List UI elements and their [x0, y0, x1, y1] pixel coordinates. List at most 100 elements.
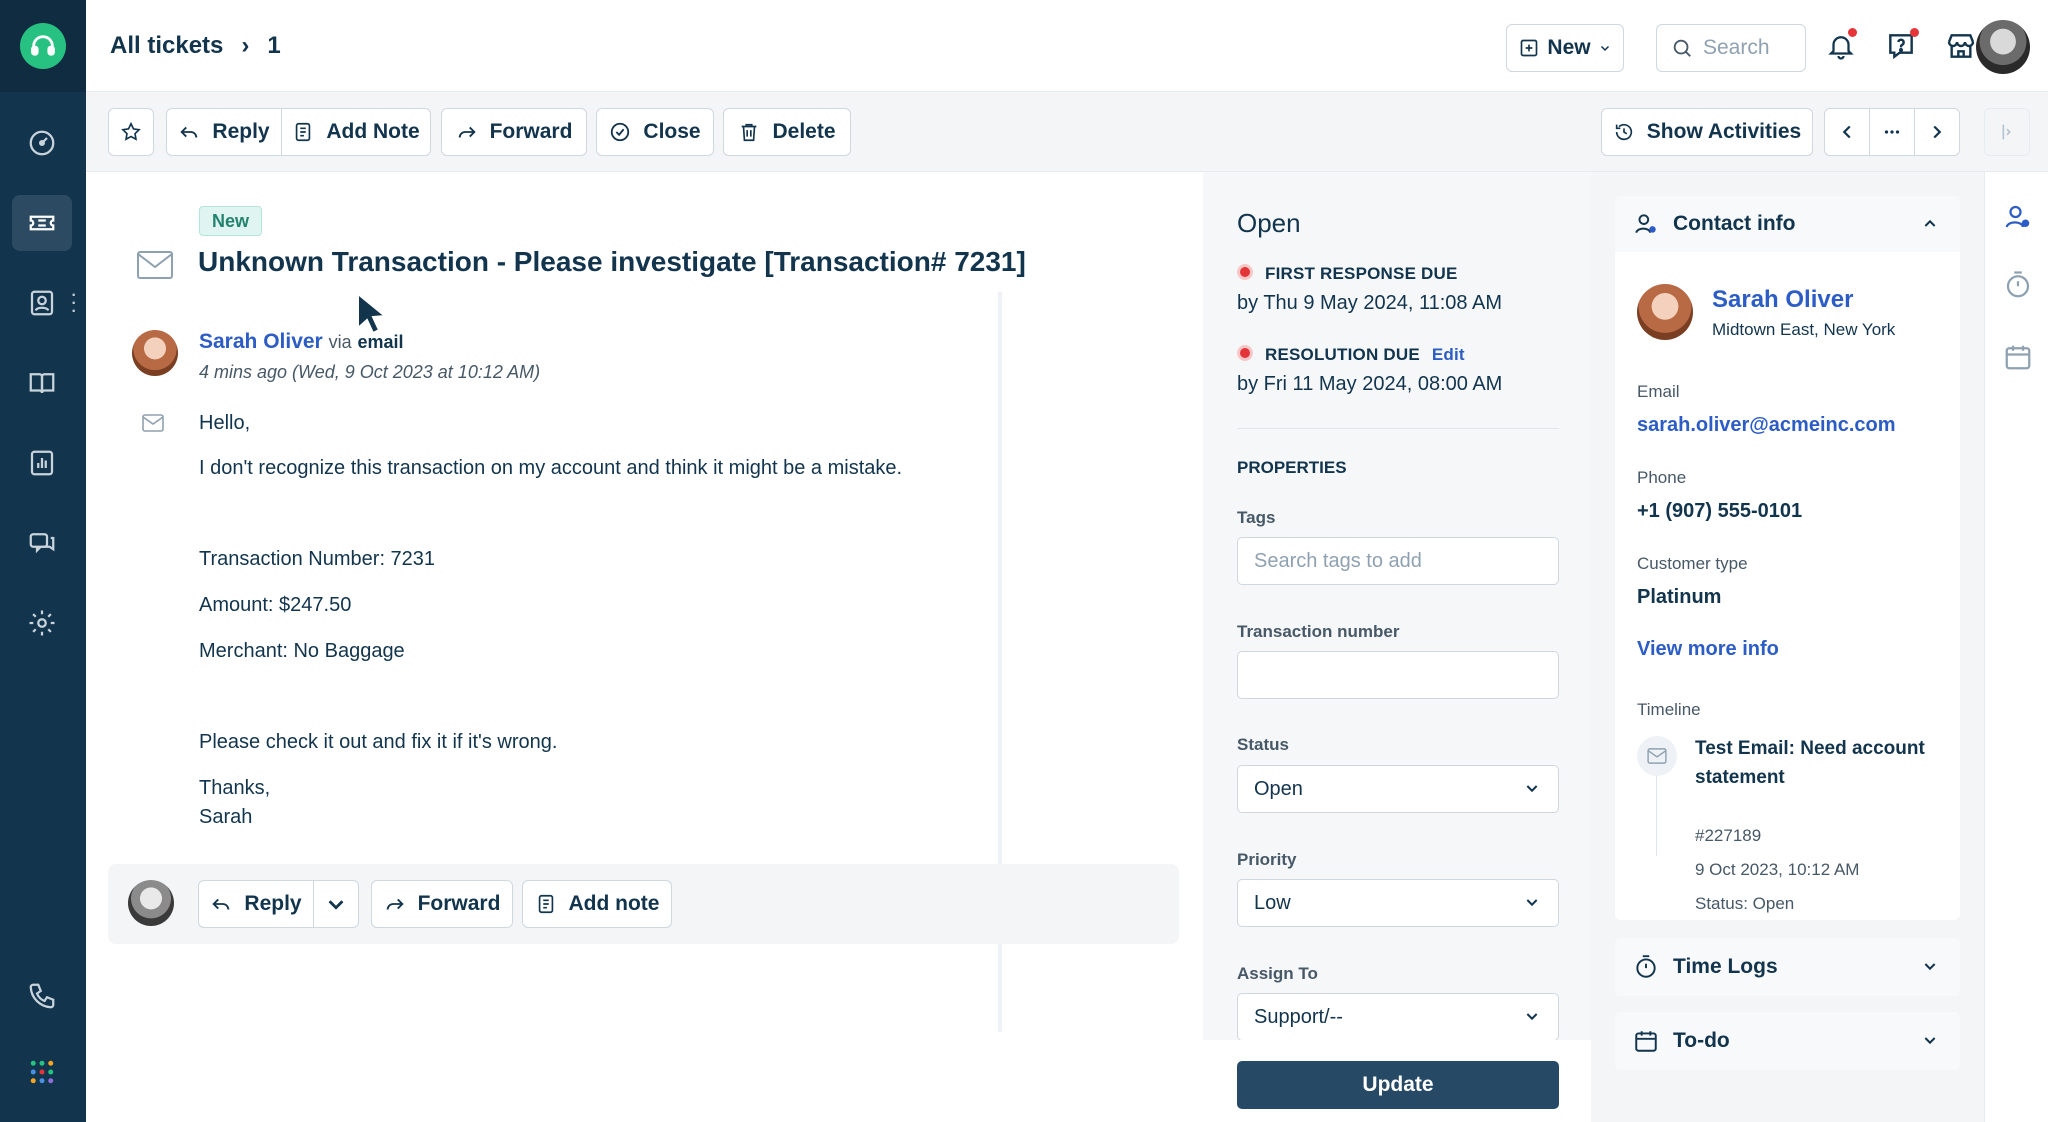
calendar-icon[interactable] — [2003, 342, 2033, 372]
stopwatch-icon — [1636, 955, 1656, 978]
trash-icon — [742, 123, 757, 142]
status-select[interactable]: Open — [1237, 765, 1559, 813]
new-button[interactable]: New — [1506, 24, 1624, 72]
tags-label: Tags — [1237, 508, 1276, 527]
reply-arrow-icon — [180, 126, 198, 138]
chevron-left-icon — [1842, 125, 1851, 139]
conversations-icon[interactable] — [12, 515, 72, 571]
resolution-due-label: RESOLUTION DUE Edit — [1265, 345, 1465, 365]
chevron-right-icon — [1933, 125, 1942, 139]
close-label: Close — [643, 120, 701, 143]
contacts-icon[interactable] — [12, 275, 72, 331]
transaction-number-input[interactable] — [1237, 651, 1559, 699]
user-avatar[interactable] — [1976, 20, 2030, 74]
time-logs-title: Time Logs — [1673, 955, 1778, 978]
todo-header[interactable]: To-do — [1615, 1012, 1960, 1070]
notifications-bell-icon[interactable] — [1821, 26, 1861, 66]
tickets-icon[interactable] — [12, 195, 72, 251]
ticket-status-title: Open — [1237, 208, 1301, 238]
knowledge-base-icon[interactable] — [12, 355, 72, 411]
contact-pane: Contact info Sarah Oliver Midtown East, … — [1591, 172, 1984, 1122]
more-options-button[interactable] — [1869, 108, 1915, 156]
status-selected-value: Open — [1254, 777, 1303, 800]
phone-label: Phone — [1637, 468, 1687, 487]
reply-button[interactable]: Reply — [166, 108, 282, 156]
contact-email-link[interactable]: sarah.oliver@acmeinc.com — [1637, 414, 1896, 437]
chevron-up-icon — [1924, 219, 1936, 227]
priority-select[interactable]: Low — [1237, 879, 1559, 927]
breadcrumb-ticket-id: 1 — [267, 32, 281, 59]
update-button[interactable]: Update — [1237, 1061, 1559, 1109]
message-signature: Sarah — [199, 806, 253, 828]
message-line: Amount: $247.50 — [199, 594, 352, 616]
contact-name-link[interactable]: Sarah Oliver — [1712, 286, 1853, 314]
via-text: via — [328, 332, 352, 352]
marketplace-store-icon[interactable] — [1941, 26, 1981, 66]
more-vertical-icon[interactable]: · · · — [70, 283, 77, 321]
help-icon[interactable] — [1881, 26, 1921, 66]
message-line: Transaction Number: 7231 — [199, 548, 436, 570]
first-response-label: FIRST RESPONSE DUE — [1265, 264, 1458, 283]
headset-logo-icon[interactable] — [20, 23, 66, 69]
check-circle-icon — [611, 122, 630, 142]
left-nav: · · · — [0, 0, 86, 1122]
reports-icon[interactable] — [12, 435, 72, 491]
dashboard-icon[interactable] — [12, 115, 72, 171]
history-clock-icon — [1615, 123, 1632, 141]
note-icon — [296, 122, 311, 142]
forward-arrow-icon — [458, 126, 476, 138]
edit-resolution-link[interactable]: Edit — [1432, 345, 1465, 364]
priority-selected-value: Low — [1254, 891, 1291, 914]
resolution-label-text: RESOLUTION DUE — [1265, 345, 1420, 364]
conversation-pane: New Unknown Transaction - Please investi… — [86, 172, 1203, 1122]
message-line: Please check it out and fix it if it's w… — [199, 731, 558, 753]
reply-button[interactable]: Reply — [198, 880, 314, 928]
message-timestamp: 4 mins ago (Wed, 9 Oct 2023 at 10:12 AM) — [199, 362, 541, 382]
delete-label: Delete — [772, 120, 836, 143]
reply-options-dropdown[interactable] — [313, 880, 359, 928]
forward-button[interactable]: Forward — [441, 108, 587, 156]
next-ticket-button[interactable] — [1914, 108, 1960, 156]
chevron-down-icon — [328, 900, 344, 910]
resolution-due-value: by Fri 11 May 2024, 08:00 AM — [1237, 373, 1503, 395]
show-activities-button[interactable]: Show Activities — [1601, 108, 1813, 156]
add-note-button[interactable]: Add note — [522, 880, 672, 928]
collapse-sidebar-button[interactable] — [1984, 108, 2030, 156]
time-logs-card[interactable]: Time Logs — [1615, 938, 1960, 996]
chevron-down-icon — [1526, 1013, 1538, 1021]
chevron-down-icon — [1600, 45, 1609, 52]
assign-to-select[interactable]: Support/-- — [1237, 993, 1559, 1041]
tags-input[interactable]: Search tags to add — [1237, 537, 1559, 585]
breadcrumb: All tickets › 1 — [110, 32, 281, 60]
reply-label: Reply — [244, 892, 302, 915]
top-header: All tickets › 1 New Search — [86, 0, 2048, 92]
delete-button[interactable]: Delete — [723, 108, 851, 156]
due-status-dot — [1237, 345, 1253, 361]
search-input[interactable]: Search — [1656, 24, 1806, 72]
calendar-icon — [1635, 1031, 1657, 1052]
contact-info-header[interactable]: Contact info — [1615, 196, 1960, 252]
todo-card[interactable]: To-do — [1615, 1012, 1960, 1070]
contact-avatar[interactable] — [1637, 284, 1693, 340]
phone-icon[interactable] — [12, 968, 72, 1024]
assign-to-label: Assign To — [1237, 964, 1318, 983]
stopwatch-icon[interactable] — [2003, 270, 2033, 300]
add-note-button[interactable]: Add Note — [281, 108, 431, 156]
view-more-info-link[interactable]: View more info — [1637, 638, 1779, 661]
star-button[interactable] — [108, 108, 154, 156]
breadcrumb-all-tickets[interactable]: All tickets — [110, 32, 223, 60]
sender-avatar[interactable] — [132, 330, 178, 376]
due-status-dot — [1237, 264, 1253, 280]
apps-grid-icon[interactable] — [12, 1044, 72, 1100]
time-logs-header[interactable]: Time Logs — [1615, 938, 1960, 996]
settings-gear-icon[interactable] — [12, 595, 72, 651]
close-ticket-button[interactable]: Close — [596, 108, 714, 156]
timeline-item-title[interactable]: Test Email: Need account statement — [1695, 734, 1945, 792]
forward-button[interactable]: Forward — [371, 880, 513, 928]
contact-icon[interactable] — [2003, 202, 2033, 232]
sender-name-link[interactable]: Sarah Oliver — [199, 330, 323, 353]
contact-info-card: Contact info Sarah Oliver Midtown East, … — [1615, 196, 1960, 920]
message-line: I don't recognize this transaction on my… — [199, 457, 903, 479]
customer-type-value: Platinum — [1637, 586, 1722, 608]
previous-ticket-button[interactable] — [1824, 108, 1870, 156]
